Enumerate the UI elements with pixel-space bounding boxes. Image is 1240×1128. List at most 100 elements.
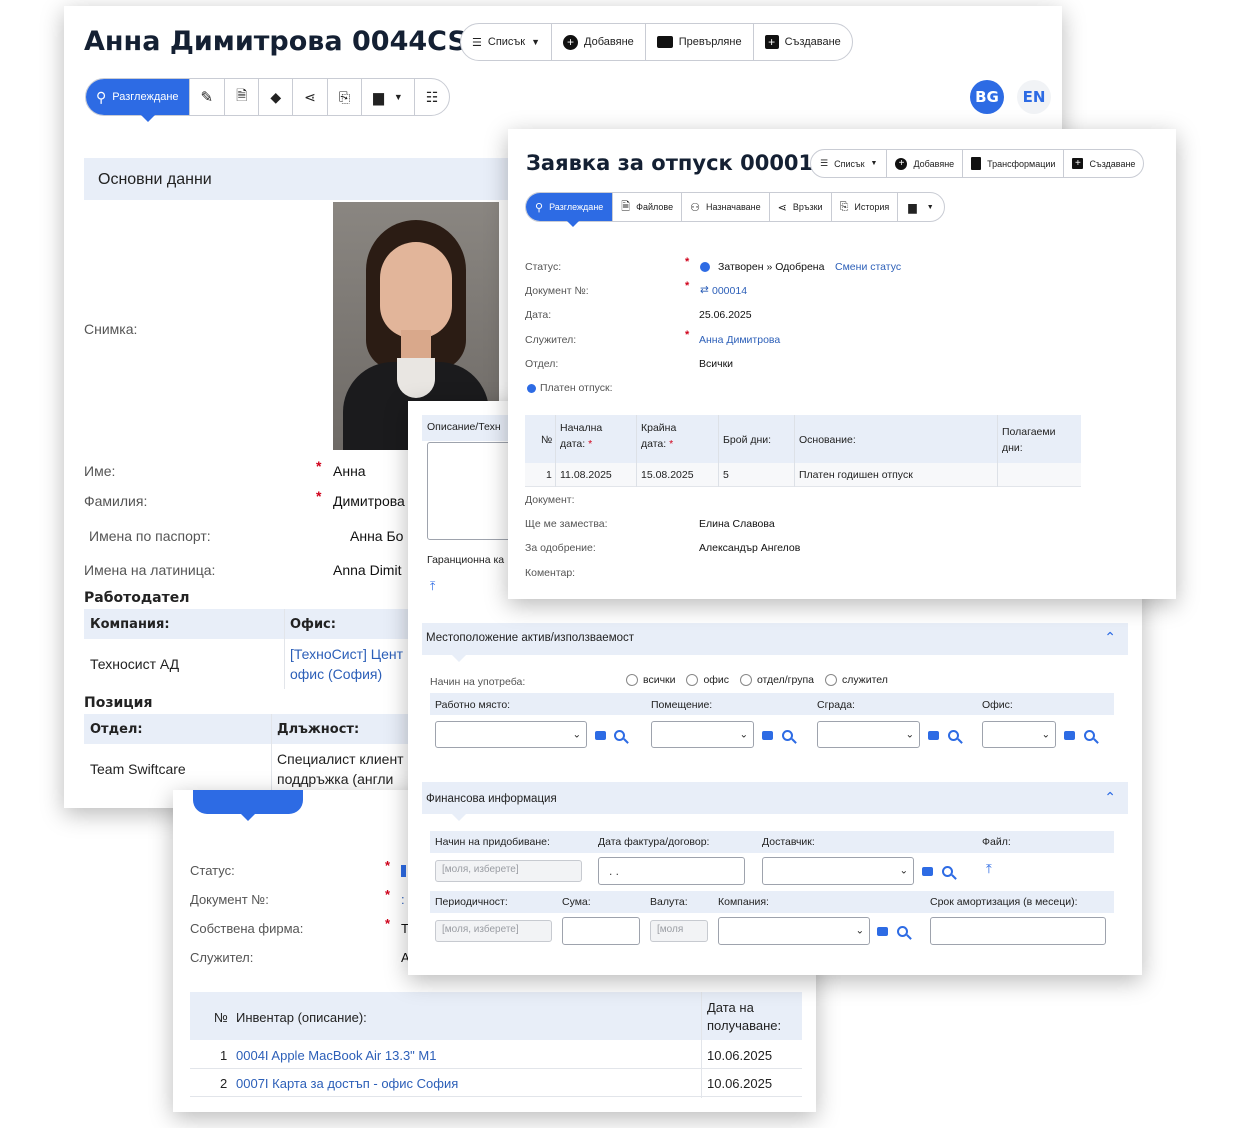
room-col: Помещение: xyxy=(651,699,713,711)
user-gear-icon: ⚇ xyxy=(690,201,700,214)
add-button[interactable]: + Добавяне xyxy=(886,150,962,177)
chevron-up-icon[interactable]: ⌃ xyxy=(1104,789,1116,806)
list-button[interactable]: ☰ Списък ▼ xyxy=(811,150,886,177)
search-icon[interactable] xyxy=(614,730,625,741)
tab-files[interactable]: 🗎 Файлове xyxy=(612,193,681,221)
doc-number-value[interactable]: : xyxy=(401,892,405,907)
clear-icon[interactable] xyxy=(1064,731,1075,740)
change-status-link[interactable]: Смени статус xyxy=(835,261,901,273)
invoice-date-input[interactable]: . . xyxy=(598,857,745,885)
doc-number-value[interactable]: 000014 xyxy=(712,285,747,297)
office-link-line2[interactable]: офис (София) xyxy=(290,666,382,682)
surname-value: Димитрова xyxy=(333,493,405,509)
upload-icon[interactable]: ⤒ xyxy=(986,861,992,877)
workplace-select[interactable]: ⌄ xyxy=(435,721,587,748)
copy-icon xyxy=(971,157,982,170)
radio-icon xyxy=(686,674,699,687)
face-shape xyxy=(380,242,452,338)
lang-en-button[interactable]: EN xyxy=(1017,80,1051,114)
latin-names-value: Anna Dimit xyxy=(333,562,402,578)
amortization-input[interactable] xyxy=(930,917,1106,945)
record-tabs: ⚲ Разглеждане ✎ 🗎 ◆ ⋖ ⎘ ▆ ▼ ☷ xyxy=(85,78,451,116)
share-icon: ⋖ xyxy=(777,201,787,214)
edit-icon[interactable]: ✎ xyxy=(188,79,225,115)
company-select[interactable]: ⌄ xyxy=(718,917,870,945)
chevron-up-icon[interactable]: ⌃ xyxy=(1104,629,1116,646)
radio-department[interactable]: отдел/група xyxy=(739,674,814,687)
tab-view[interactable]: ⚲ Разглеждане xyxy=(86,79,189,115)
search-icon: ⚲ xyxy=(96,88,107,105)
clear-icon[interactable] xyxy=(877,927,888,936)
tab-history[interactable]: ⎘ История xyxy=(830,193,898,221)
radio-employee[interactable]: служител xyxy=(824,674,888,687)
caret-down-icon: ▼ xyxy=(531,37,541,47)
create-button[interactable]: + Създаване xyxy=(752,24,852,60)
clear-icon[interactable] xyxy=(595,731,606,740)
currency-col: Валута: xyxy=(650,896,688,908)
period-select[interactable]: [моля, изберете] xyxy=(435,920,552,942)
section-pointer xyxy=(452,655,466,662)
search-icon[interactable] xyxy=(948,730,959,741)
required-marker: * xyxy=(685,329,690,341)
inventory-table: № Инвентар (описание): Дата на получаван… xyxy=(190,992,802,1102)
page-title: Анна Димитрова 0044CST xyxy=(84,26,486,57)
job-title-header: Длъжност: xyxy=(277,722,360,737)
employee-link[interactable]: Анна Димитрова xyxy=(699,334,780,346)
building-select[interactable]: ⌄ xyxy=(817,721,920,748)
tab-view[interactable]: ⚲ Разглеждане xyxy=(526,193,613,221)
amount-input[interactable] xyxy=(562,917,640,945)
employer-heading: Работодател xyxy=(84,590,190,606)
convert-button[interactable]: Превърляне xyxy=(644,24,753,60)
employee-label: Служител: xyxy=(190,950,254,965)
col-divider xyxy=(555,415,556,487)
clear-icon[interactable] xyxy=(928,731,939,740)
lang-bg-button[interactable]: BG xyxy=(970,80,1004,114)
room-select[interactable]: ⌄ xyxy=(651,721,754,748)
status-dot xyxy=(401,865,406,877)
table-row[interactable]: 2 0007I Карта за достъп - офис София 10.… xyxy=(190,1070,802,1097)
office-select[interactable]: ⌄ xyxy=(982,721,1056,748)
document-icon[interactable]: 🗎 xyxy=(224,79,258,115)
end-header-line2: дата: * xyxy=(641,438,674,450)
sync-icon: ⇄ xyxy=(700,284,709,296)
chevron-down-icon: ⌄ xyxy=(739,729,748,740)
create-button[interactable]: + Създаване xyxy=(1063,150,1143,177)
supplier-select[interactable]: ⌄ xyxy=(762,857,914,885)
comments-icon[interactable]: ▆ ▼ xyxy=(897,193,943,221)
upload-icon[interactable]: ⤒ xyxy=(430,579,435,594)
plus-circle-icon: + xyxy=(895,157,908,170)
amortization-col: Срок амортизация (в месеци): xyxy=(930,896,1078,908)
search-icon[interactable] xyxy=(942,866,953,877)
search-icon[interactable] xyxy=(782,730,793,741)
acq-method-select[interactable]: [моля, изберете] xyxy=(435,860,582,882)
office-link[interactable]: [ТехноСист] Цент xyxy=(290,646,403,662)
search-icon[interactable] xyxy=(897,926,908,937)
period-col: Периодичност: xyxy=(435,896,508,908)
tag-icon[interactable]: ◆ xyxy=(258,79,292,115)
passport-names-value: Анна Бо xyxy=(350,528,404,544)
radio-all[interactable]: всички xyxy=(626,674,676,687)
list-icon: ☰ xyxy=(820,158,829,168)
status-label: Статус: xyxy=(525,261,562,273)
comments-icon[interactable]: ▆ ▼ xyxy=(361,79,414,115)
clear-icon[interactable] xyxy=(922,867,933,876)
share-icon[interactable]: ⋖ xyxy=(292,79,327,115)
clear-icon[interactable] xyxy=(762,731,773,740)
radio-office[interactable]: офис xyxy=(686,674,729,687)
company-header: Компания: xyxy=(90,617,170,632)
currency-select[interactable]: [моля xyxy=(650,920,708,942)
tab-assign[interactable]: ⚇ Назначаване xyxy=(681,193,769,221)
list-button[interactable]: ☰ Списък ▼ xyxy=(461,24,551,60)
search-icon[interactable] xyxy=(1084,730,1095,741)
tab-links[interactable]: ⋖ Връзки xyxy=(768,193,831,221)
transform-button[interactable]: Трансформации xyxy=(962,150,1063,177)
table-row[interactable]: 1 0004I Apple MacBook Air 13.3" M1 10.06… xyxy=(190,1042,802,1069)
status-value: Затворен » Одобрена xyxy=(718,261,825,273)
due-days-header-line2: дни: xyxy=(1002,442,1023,454)
history-icon[interactable]: ⎘ xyxy=(326,79,361,115)
due-days-header: Полагаеми xyxy=(1002,426,1056,438)
shirt-shape xyxy=(397,358,435,398)
search-icon: ⚲ xyxy=(535,201,544,214)
list-view-icon[interactable]: ☷ xyxy=(413,79,450,115)
add-button[interactable]: + Добавяне xyxy=(551,24,645,60)
